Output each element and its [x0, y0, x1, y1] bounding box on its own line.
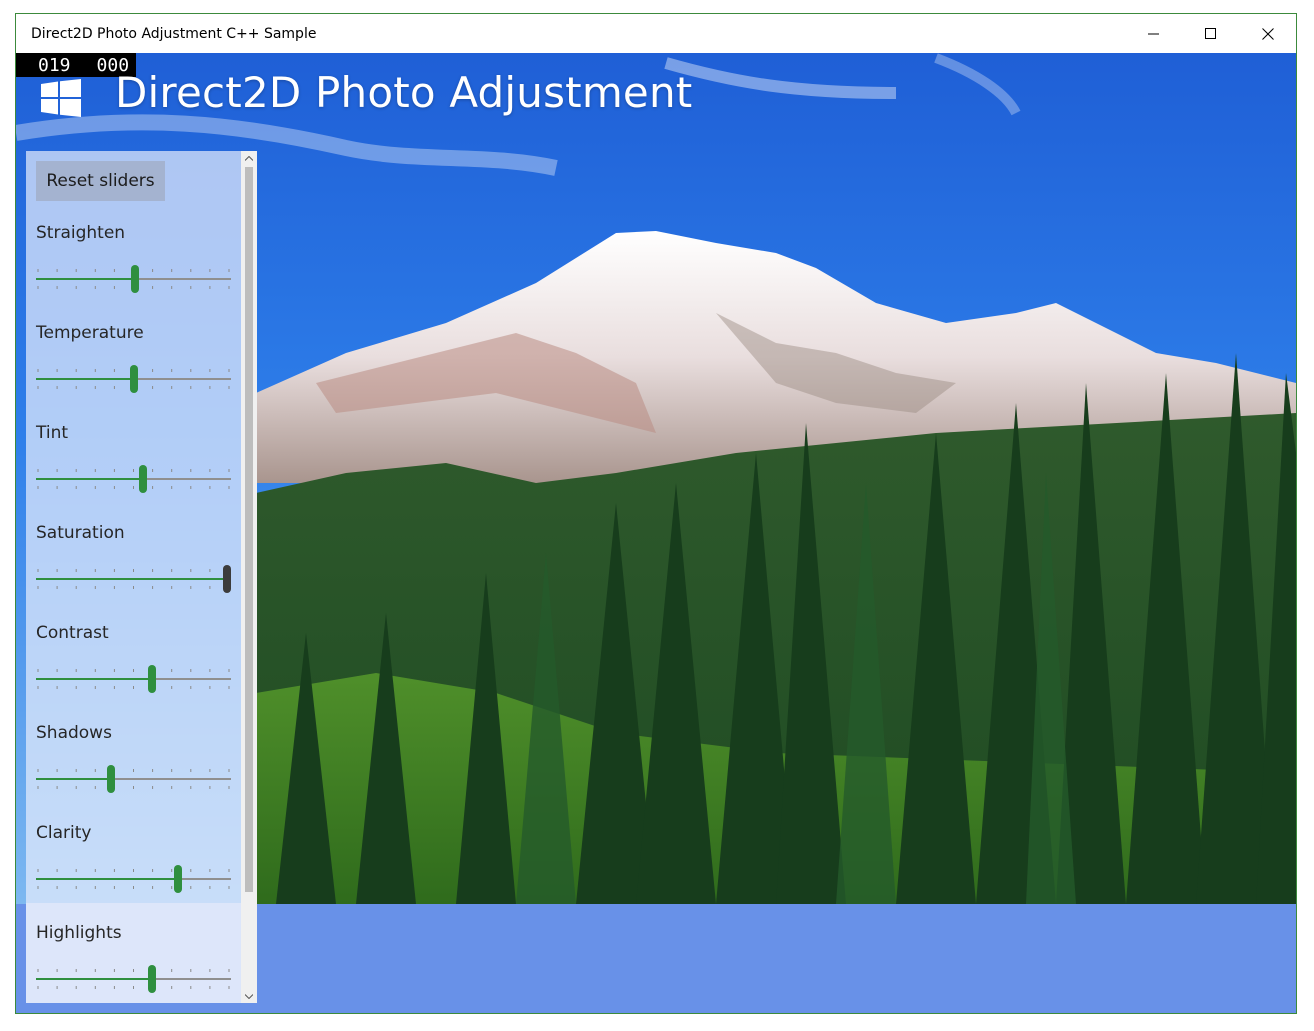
slider[interactable] [36, 261, 231, 297]
scroll-up-button[interactable] [241, 151, 257, 165]
slider[interactable] [36, 361, 231, 397]
slider-thumb[interactable] [130, 365, 138, 393]
slider-label: Tint [36, 423, 69, 443]
app-content: 019 000 Direct2D Photo Adjustment Reset … [16, 53, 1296, 1013]
slider[interactable] [36, 961, 231, 997]
slider-group: Shadows [36, 723, 232, 823]
panel-scrollbar[interactable] [241, 151, 257, 1003]
close-button[interactable] [1239, 14, 1296, 53]
slider-group: Clarity [36, 823, 232, 923]
app-title: Direct2D Photo Adjustment [115, 68, 693, 117]
minimize-button[interactable] [1125, 14, 1182, 53]
slider-label: Highlights [36, 923, 122, 943]
window-title: Direct2D Photo Adjustment C++ Sample [31, 25, 317, 42]
chevron-down-icon [245, 993, 253, 999]
maximize-button[interactable] [1182, 14, 1239, 53]
slider-thumb[interactable] [107, 765, 115, 793]
scroll-thumb[interactable] [245, 167, 253, 892]
fps-value-left: 019 [38, 54, 71, 76]
reset-sliders-button[interactable]: Reset sliders [36, 161, 165, 201]
slider[interactable] [36, 761, 231, 797]
title-bar[interactable]: Direct2D Photo Adjustment C++ Sample [16, 14, 1296, 53]
maximize-icon [1204, 27, 1216, 39]
slider-group: Highlights [36, 923, 232, 1003]
app-window: Direct2D Photo Adjustment C++ Sample 019… [15, 13, 1297, 1014]
slider-group: Straighten [36, 223, 232, 323]
slider-group: Saturation [36, 523, 232, 623]
slider[interactable] [36, 861, 231, 897]
chevron-up-icon [245, 155, 253, 161]
adjustment-panel: Reset sliders Straighten Temperature Tint S… [26, 151, 257, 1003]
slider-thumb[interactable] [148, 665, 156, 693]
slider[interactable] [36, 461, 231, 497]
minimize-icon [1147, 33, 1159, 34]
slider-group: Tint [36, 423, 232, 523]
slider-label: Shadows [36, 723, 112, 743]
slider-group: Temperature [36, 323, 232, 423]
slider-thumb[interactable] [174, 865, 182, 893]
scroll-down-button[interactable] [241, 989, 257, 1003]
slider-label: Clarity [36, 823, 92, 843]
windows-logo-icon [41, 79, 81, 117]
slider-thumb[interactable] [139, 465, 147, 493]
slider[interactable] [36, 561, 231, 597]
slider-label: Contrast [36, 623, 109, 643]
slider-thumb[interactable] [223, 565, 231, 593]
slider-group: Contrast [36, 623, 232, 723]
slider-label: Straighten [36, 223, 126, 243]
slider-label: Saturation [36, 523, 125, 543]
slider-thumb[interactable] [148, 965, 156, 993]
slider-thumb[interactable] [131, 265, 139, 293]
slider[interactable] [36, 661, 231, 697]
slider-label: Temperature [36, 323, 144, 343]
close-icon [1261, 27, 1274, 40]
